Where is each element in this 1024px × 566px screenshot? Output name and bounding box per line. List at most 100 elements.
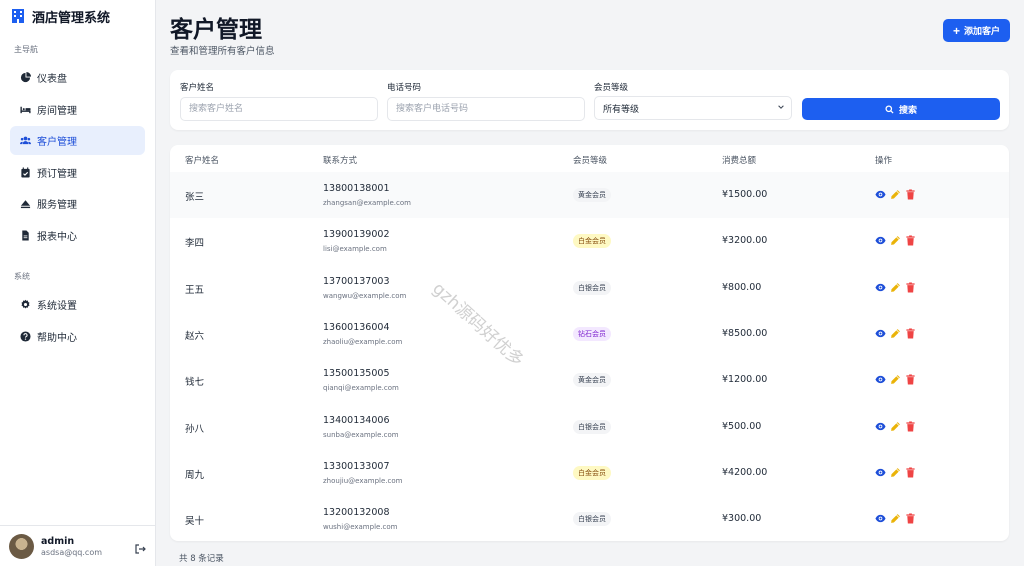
customer-name: 张三: [185, 192, 205, 203]
app-title: 酒店管理系统: [32, 10, 111, 26]
edit-icon[interactable]: [890, 421, 901, 432]
customer-phone: 13700137003: [323, 275, 390, 287]
total-spent: ¥1500.00: [722, 189, 768, 200]
edit-icon[interactable]: [890, 374, 901, 385]
filter-name-label: 客户姓名: [180, 83, 215, 93]
customer-phone: 13300133007: [323, 460, 390, 472]
view-icon[interactable]: [875, 189, 886, 200]
delete-icon[interactable]: [905, 189, 916, 200]
view-icon[interactable]: [875, 235, 886, 246]
customer-name-input[interactable]: [180, 97, 378, 121]
customer-email: zhaoliu@example.com: [323, 337, 403, 346]
user-email: asdsa@qq.com: [41, 547, 103, 557]
section-label-system: 系统: [14, 271, 30, 281]
table-row[interactable]: 周九 13300133007 zhoujiu@example.com 白金会员 ¥420…: [170, 450, 1009, 496]
edit-icon[interactable]: [890, 282, 901, 293]
page-title: 客户管理: [170, 17, 262, 43]
sidebar-item-label: 帮助中心: [37, 332, 77, 344]
edit-icon[interactable]: [890, 235, 901, 246]
sidebar-item-label: 报表中心: [37, 231, 77, 243]
sidebar-item-label: 服务管理: [37, 200, 77, 212]
sidebar: 酒店管理系统 主导航 仪表盘 房间管理 客户管理 预订管理 服务管理 报表中心 系统 系统…: [0, 0, 156, 566]
delete-icon[interactable]: [905, 328, 916, 339]
member-level-badge: 钻石会员: [573, 326, 611, 341]
table-row[interactable]: 钱七 13500135005 qianqi@example.com 黄金会员 ¥1200…: [170, 357, 1009, 403]
view-icon[interactable]: [875, 282, 886, 293]
customer-phone: 13500135005: [323, 368, 390, 380]
delete-icon[interactable]: [905, 420, 916, 432]
edit-icon[interactable]: [890, 467, 901, 478]
member-level-select[interactable]: 所有等级: [594, 96, 792, 120]
help-icon: [19, 330, 31, 342]
member-level-value: 所有等级: [603, 104, 640, 115]
brand[interactable]: 酒店管理系统: [0, 0, 155, 32]
row-actions: [875, 235, 920, 246]
row-actions: [875, 374, 920, 385]
table-row[interactable]: 王五 13700137003 wangwu@example.com 白银会员 ¥800.…: [170, 265, 1009, 311]
delete-icon[interactable]: [905, 235, 916, 246]
calendar-check-icon: [19, 166, 31, 178]
sidebar-item-main-4[interactable]: 服务管理: [10, 189, 145, 218]
sidebar-item-main-2[interactable]: 客户管理: [10, 126, 145, 156]
member-level-badge: 白银会员: [573, 280, 611, 295]
filter-phone-group: 电话号码: [387, 81, 585, 121]
sidebar-item-system-0[interactable]: 系统设置: [10, 290, 145, 319]
delete-icon[interactable]: [905, 282, 916, 293]
header-level: 会员等级: [573, 156, 608, 166]
customer-name: 吴十: [185, 516, 205, 528]
table-row[interactable]: 张三 13800138001 zhangsan@example.com 黄金会员 ¥15…: [170, 172, 1009, 219]
table-row[interactable]: 李四 13900139002 lisi@example.com 白金会员 ¥3200.0…: [170, 218, 1009, 264]
customer-email: lisi@example.com: [323, 245, 387, 254]
table-row[interactable]: 孙八 13400134006 sunba@example.com 白银会员 ¥500.0…: [170, 404, 1009, 450]
table-header: 客户姓名 联系方式 会员等级 消费总额 操作: [170, 145, 1009, 172]
phone-input[interactable]: [387, 97, 585, 121]
delete-icon[interactable]: [905, 374, 916, 385]
customer-email: zhoujiu@example.com: [323, 476, 403, 485]
customer-name: 孙八: [185, 423, 205, 435]
view-icon[interactable]: [875, 513, 886, 524]
user-profile[interactable]: admin asdsa@qq.com: [0, 525, 155, 566]
filter-level-group: 会员等级 所有等级: [594, 81, 792, 120]
avatar: [9, 533, 34, 559]
main-nav: 仪表盘房间管理 客户管理 预订管理服务管理报表中心: [0, 63, 155, 250]
table-row[interactable]: 赵六 13600136004 zhaoliu@example.com 钻石会员 ¥850…: [170, 311, 1009, 357]
view-icon[interactable]: [875, 328, 886, 339]
view-icon[interactable]: [875, 374, 886, 385]
add-customer-button[interactable]: + 添加客户: [943, 19, 1010, 42]
header-contact: 联系方式: [323, 156, 358, 166]
table-row[interactable]: 吴十 13200132008 wushi@example.com 白银会员 ¥300.0…: [170, 496, 1009, 541]
total-spent: ¥800.00: [722, 281, 762, 293]
filter-level-label: 会员等级: [594, 83, 629, 93]
customer-phone: 13900139002: [323, 229, 390, 241]
hotel-icon: [10, 8, 26, 24]
file-icon: [19, 229, 31, 241]
delete-icon[interactable]: [905, 467, 916, 478]
customer-phone: 13200132008: [323, 507, 390, 519]
view-icon[interactable]: [875, 421, 886, 432]
search-button-label: 搜索: [898, 104, 917, 115]
customer-email: wushi@example.com: [323, 523, 398, 532]
users-icon: [19, 135, 31, 147]
filter-panel: 客户姓名 电话号码 会员等级 所有等级 搜索: [170, 70, 1009, 130]
search-button[interactable]: 搜索: [802, 98, 1000, 120]
sidebar-item-system-1[interactable]: 帮助中心: [10, 322, 145, 351]
row-actions: [875, 189, 920, 200]
row-actions: [875, 420, 920, 432]
edit-icon[interactable]: [890, 328, 901, 339]
sidebar-item-main-5[interactable]: 报表中心: [10, 221, 145, 250]
sidebar-item-main-1[interactable]: 房间管理: [10, 95, 145, 124]
sidebar-item-label: 仪表盘: [37, 74, 67, 85]
sidebar-item-main-0[interactable]: 仪表盘: [10, 63, 145, 92]
total-spent: ¥500.00: [722, 420, 762, 432]
edit-icon[interactable]: [890, 513, 901, 524]
customer-name: 周九: [185, 469, 205, 481]
total-spent: ¥8500.00: [722, 327, 768, 339]
logout-icon[interactable]: [134, 540, 146, 554]
chevron-down-icon: [777, 103, 785, 114]
customer-phone: 13600136004: [323, 321, 390, 333]
sidebar-item-main-3[interactable]: 预订管理: [10, 158, 145, 187]
view-icon[interactable]: [875, 467, 886, 478]
user-name: admin: [41, 535, 75, 547]
edit-icon[interactable]: [890, 189, 901, 200]
delete-icon[interactable]: [905, 513, 916, 524]
